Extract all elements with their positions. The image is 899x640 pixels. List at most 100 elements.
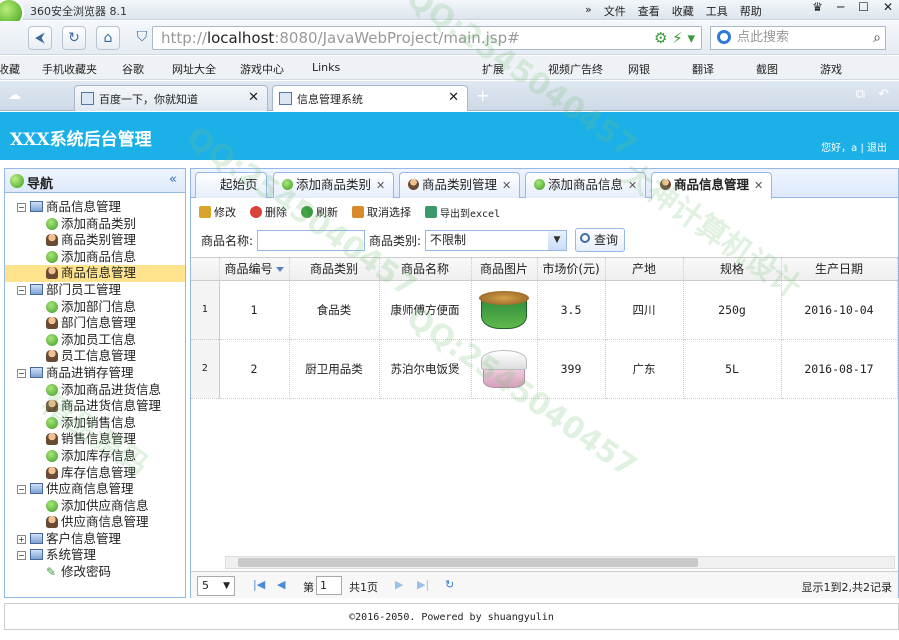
tab-category-manage[interactable]: 商品类别管理 ✕ — [399, 172, 521, 198]
chevron-down-icon[interactable]: ▼ — [548, 231, 566, 250]
refresh-button[interactable]: ↻ — [62, 26, 86, 50]
delete-button[interactable]: 删除 — [250, 204, 287, 220]
col-header-id[interactable]: 商品编号 — [219, 258, 290, 281]
sidebar-item[interactable]: 添加销售信息 — [5, 415, 185, 432]
user-logout[interactable]: 您好，a | 退出 — [821, 139, 887, 154]
col-header-price[interactable]: 市场价(元) — [537, 258, 606, 281]
close-tab-icon[interactable]: ✕ — [754, 179, 763, 192]
sidebar-item[interactable]: 添加供应商信息 — [5, 498, 185, 515]
prev-page-icon[interactable]: ◀ — [277, 578, 285, 591]
search-input[interactable]: 点此搜索 ⌕ — [710, 26, 886, 50]
fav-google[interactable]: 谷歌 — [122, 61, 144, 77]
fav-extensions[interactable]: 扩展 — [482, 61, 504, 77]
expand-toggle-icon[interactable]: − — [17, 551, 26, 561]
col-header-name[interactable]: 商品名称 — [379, 258, 472, 281]
sidebar-item[interactable]: 添加商品类别 — [5, 216, 185, 233]
close-window-icon[interactable]: ✕ — [883, 0, 893, 14]
menu-more[interactable]: » — [585, 3, 592, 19]
menu-help[interactable]: 帮助 — [740, 3, 762, 19]
tab-start-page[interactable]: 起始页 — [195, 172, 267, 198]
page-number-input[interactable]: 1 — [316, 576, 342, 595]
edit-button[interactable]: 修改 — [199, 204, 236, 220]
expand-toggle-icon[interactable]: + — [17, 534, 26, 544]
sidebar-item[interactable]: ✎ 修改密码 — [5, 564, 185, 581]
new-tab-button[interactable]: + — [476, 86, 489, 105]
close-tab-icon[interactable]: ✕ — [448, 90, 459, 105]
restore-tab-icon[interactable]: ⧉ — [856, 87, 865, 102]
fav-collect[interactable]: 收藏 — [0, 61, 20, 77]
fav-games-center[interactable]: 游戏中心 — [240, 61, 284, 77]
close-tab-icon[interactable]: ✕ — [628, 179, 637, 192]
sidebar-group[interactable]: − 商品进销存管理 — [5, 365, 185, 382]
sidebar-item[interactable]: 部门信息管理 — [5, 315, 185, 332]
expand-toggle-icon[interactable]: − — [17, 285, 26, 295]
tab-add-category[interactable]: 添加商品类别 ✕ — [273, 172, 395, 198]
url-dropdown-icon[interactable]: ⚙ ⚡ ▾ — [654, 27, 695, 49]
minimize-icon[interactable]: ─ — [837, 0, 844, 14]
sidebar-item[interactable]: 添加库存信息 — [5, 448, 185, 465]
expand-toggle-icon[interactable]: − — [17, 368, 26, 378]
table-row[interactable]: 2 2 厨卫用品类 苏泊尔电饭煲 399 广东 5L 2016-08-17 — [191, 339, 898, 399]
refresh-grid-button[interactable]: 刷新 — [301, 204, 338, 220]
menu-view[interactable]: 查看 — [638, 3, 660, 19]
sidebar-item[interactable]: 库存信息管理 — [5, 465, 185, 482]
fav-screenshot[interactable]: 截图 — [756, 61, 778, 77]
close-tab-icon[interactable]: ✕ — [248, 90, 259, 105]
clear-selection-button[interactable]: 取消选择 — [352, 204, 411, 220]
next-page-icon[interactable]: ▶ — [395, 578, 403, 591]
fav-translate[interactable]: 翻译 — [692, 61, 714, 77]
sidebar-item[interactable]: 商品类别管理 — [5, 232, 185, 249]
sidebar-group[interactable]: + 客户信息管理 — [5, 531, 185, 548]
product-type-select[interactable]: 不限制 ▼ — [425, 230, 567, 251]
query-button[interactable]: 查询 — [575, 228, 625, 252]
fav-video-ad[interactable]: 视频广告终 — [548, 61, 603, 77]
page-size-select[interactable]: 5 ▼ — [197, 576, 235, 596]
url-field[interactable]: http://localhost:8080/JavaWebProject/mai… — [152, 26, 702, 50]
col-header-origin[interactable]: 产地 — [605, 258, 684, 281]
home-button[interactable]: ⌂ — [96, 26, 120, 50]
sidebar-item[interactable]: 员工信息管理 — [5, 348, 185, 365]
sidebar-group[interactable]: − 供应商信息管理 — [5, 481, 185, 498]
sidebar-item[interactable]: 供应商信息管理 — [5, 514, 185, 531]
security-shield-icon[interactable]: ⛉ — [130, 26, 154, 50]
sidebar-item[interactable]: 添加商品进货信息 — [5, 382, 185, 399]
scrollbar-thumb[interactable] — [238, 558, 698, 567]
browser-tab-info-system[interactable]: 信息管理系统 ✕ — [272, 85, 468, 111]
sidebar-item[interactable]: 添加部门信息 — [5, 299, 185, 316]
table-row[interactable]: 1 1 食品类 康师傅方便面 3.5 四川 250g 2016-10-04 — [191, 280, 898, 340]
export-excel-button[interactable]: 导出到excel — [425, 204, 500, 220]
back-button[interactable]: ⮜ — [28, 26, 52, 50]
search-icon[interactable]: ⌕ — [873, 27, 881, 49]
fav-urls[interactable]: 网址大全 — [172, 61, 216, 77]
cloud-icon[interactable]: ☁ — [8, 88, 21, 103]
browser-tab-baidu[interactable]: 百度一下，你就知道 ✕ — [74, 85, 268, 111]
sidebar-item[interactable]: 添加员工信息 — [5, 332, 185, 349]
fav-games[interactable]: 游戏 — [820, 61, 842, 77]
close-tab-icon[interactable]: ✕ — [502, 179, 511, 192]
col-header-spec[interactable]: 规格 — [683, 258, 782, 281]
search-engine-icon[interactable] — [717, 30, 731, 44]
menu-favorites[interactable]: 收藏 — [672, 3, 694, 19]
close-tab-icon[interactable]: ✕ — [376, 179, 385, 192]
tab-product-manage[interactable]: 商品信息管理 ✕ — [651, 172, 773, 199]
first-page-icon[interactable]: |◀ — [253, 578, 265, 591]
sidebar-group[interactable]: − 部门员工管理 — [5, 282, 185, 299]
reload-icon[interactable]: ↻ — [445, 578, 454, 591]
expand-toggle-icon[interactable]: − — [17, 485, 26, 495]
col-header-date[interactable]: 生产日期 — [781, 258, 898, 281]
skin-icon[interactable]: ♛ — [812, 0, 823, 14]
collapse-icon[interactable]: « — [169, 172, 177, 187]
col-header-image[interactable]: 商品图片 — [471, 258, 538, 281]
chevron-down-icon[interactable]: ▼ — [223, 577, 230, 595]
sidebar-group[interactable]: − 系统管理 — [5, 547, 185, 564]
sidebar-item[interactable]: 销售信息管理 — [5, 431, 185, 448]
fav-links[interactable]: Links — [312, 61, 340, 74]
product-name-input[interactable] — [257, 230, 365, 251]
tab-add-product[interactable]: 添加商品信息 ✕ — [525, 172, 647, 198]
maximize-icon[interactable]: ☐ — [858, 0, 869, 14]
fav-bank[interactable]: 网银 — [628, 61, 650, 77]
undo-icon[interactable]: ↶ — [878, 87, 889, 102]
sidebar-item[interactable]: 商品进货信息管理 — [5, 398, 185, 415]
menu-tools[interactable]: 工具 — [706, 3, 728, 19]
menu-file[interactable]: 文件 — [604, 3, 626, 19]
